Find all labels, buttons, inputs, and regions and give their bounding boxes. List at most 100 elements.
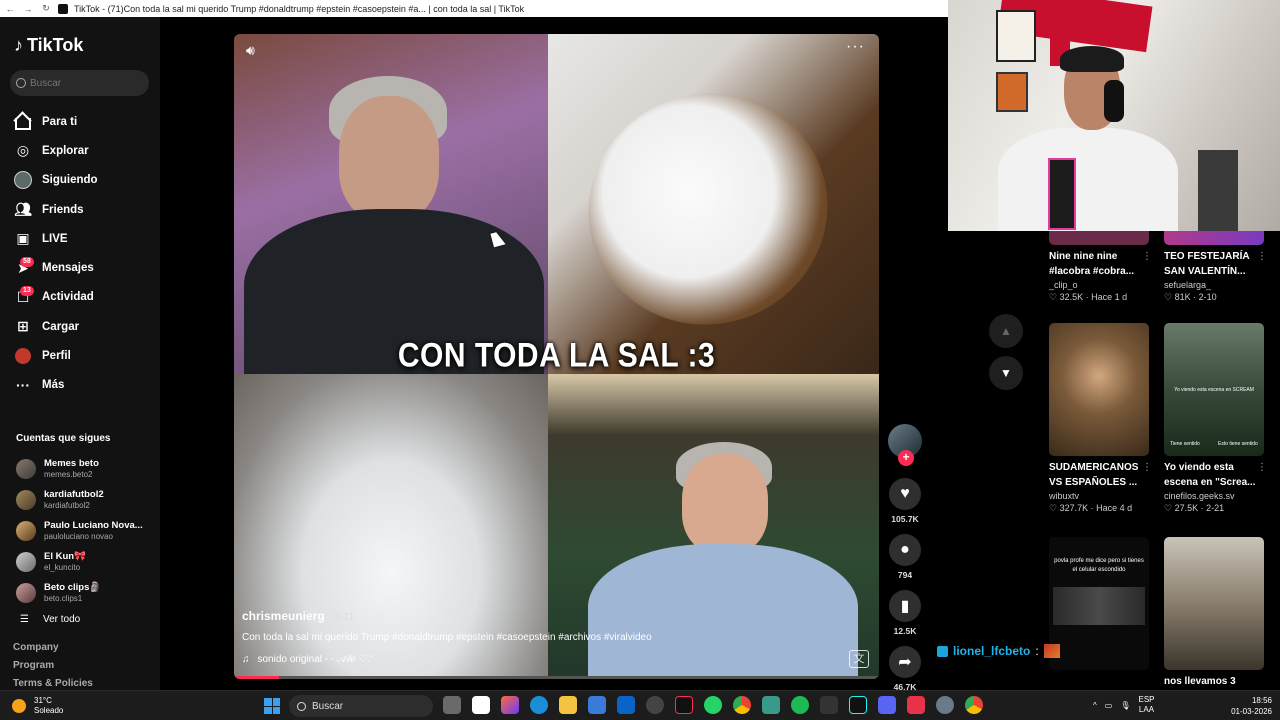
following-item[interactable]: Memes beto memes.beto2 [16, 453, 156, 484]
tiktok-logo[interactable]: ♪ TikTok [14, 35, 83, 56]
nav-para-ti[interactable]: Para ti [14, 107, 154, 136]
nav-cargar[interactable]: ⊞ Cargar [14, 312, 154, 341]
bookmark-icon[interactable]: ▮ [889, 590, 921, 622]
recommended-card[interactable]: Yo viendo esta escena en SCREAM Tiene se… [1164, 323, 1267, 514]
nav-friends[interactable]: 👥︎ Friends [14, 195, 154, 224]
next-video-button[interactable]: ▼ [989, 356, 1023, 390]
volume-icon[interactable]: 🔊︎ [246, 42, 255, 59]
sound-label: sonido original - - 𝒜𝓁ℯ ♡.' [257, 654, 373, 665]
nav-explorar[interactable]: ◎ Explorar [14, 136, 154, 165]
share-action[interactable]: ➦ 46.7K [887, 646, 923, 692]
task-view-icon[interactable] [443, 696, 461, 714]
reload-icon[interactable]: ↻ [40, 3, 52, 15]
app-icon[interactable] [762, 696, 780, 714]
copilot-icon[interactable] [501, 696, 519, 714]
tray-app-icon[interactable]: ▭ [1105, 701, 1113, 710]
weather-widget[interactable]: 31°C Soleado [12, 696, 63, 716]
back-icon[interactable]: ← [4, 3, 16, 15]
following-item[interactable]: El Kun🎀 el_kuncito [16, 546, 156, 577]
chrome-profile-icon[interactable] [965, 696, 983, 714]
heart-icon[interactable]: ♥ [889, 478, 921, 510]
edge-icon[interactable] [530, 696, 548, 714]
video-thumbnail[interactable] [1049, 323, 1149, 456]
share-icon[interactable]: ➦ [889, 646, 921, 678]
see-all-label: Ver todo [42, 614, 81, 625]
nav-label: Mensajes [42, 262, 94, 275]
app-icon[interactable] [907, 696, 925, 714]
video-thumbnail[interactable] [1164, 231, 1264, 245]
card-title: Yo viendo esta ⋮ escena en "Screa... [1164, 460, 1267, 490]
more-icon[interactable]: ⋮ [1257, 460, 1267, 475]
card-user[interactable]: cinefilos.geeks.sv [1164, 491, 1267, 501]
nav-perfil[interactable]: Perfil [14, 341, 154, 370]
save-action[interactable]: ▮ 12.5K [887, 590, 923, 636]
nav-actividad[interactable]: ☐ 13 Actividad [14, 283, 154, 312]
more-icon[interactable]: ⋮ [1142, 249, 1152, 264]
video-thumbnail[interactable] [1049, 231, 1149, 245]
nav-siguiendo[interactable]: Siguiendo [14, 166, 154, 195]
card-user[interactable]: wibuxtv [1049, 491, 1152, 501]
forward-icon[interactable]: → [22, 3, 34, 15]
card-user[interactable]: _clip_o [1049, 280, 1152, 290]
more-icon[interactable]: ⋮ [1257, 249, 1267, 264]
comment-action[interactable]: ● 794 [887, 534, 923, 580]
discord-icon[interactable] [878, 696, 896, 714]
footer-company[interactable]: Company [13, 639, 93, 657]
follow-plus-icon[interactable]: + [898, 450, 914, 466]
recommended-card[interactable]: nos llevamos 3 [1164, 537, 1267, 689]
capcut-icon[interactable] [820, 696, 838, 714]
search-bar[interactable] [10, 70, 149, 96]
app-icon[interactable] [472, 696, 490, 714]
outlook-icon[interactable] [617, 696, 635, 714]
video-sound[interactable]: ♫ sonido original - - 𝒜𝓁ℯ ♡.' [242, 654, 372, 665]
following-item[interactable]: kardiafutbol2 kardiafutbol2 [16, 484, 156, 515]
more-icon[interactable]: ⋮ [1142, 460, 1152, 475]
following-item[interactable]: Beto clips🗿 beto.clips1 [16, 577, 156, 608]
comment-icon[interactable]: ● [889, 534, 921, 566]
card-user[interactable]: sefuelarga_ [1164, 280, 1267, 290]
previous-video-button[interactable]: ▲ [989, 314, 1023, 348]
messages-badge: 58 [20, 257, 34, 268]
video-author[interactable]: chrismeunierg · 2-21 [242, 609, 354, 623]
chat-badge-icon [937, 645, 948, 657]
settings-icon[interactable] [936, 696, 954, 714]
app-icon[interactable] [646, 696, 664, 714]
whatsapp-icon[interactable] [704, 696, 722, 714]
following-name: Memes beto [44, 457, 99, 469]
following-item[interactable]: Paulo Luciano Nova... pauloluciano novao [16, 515, 156, 546]
language-indicator[interactable]: ESP LAA [1138, 695, 1154, 715]
chevron-up-icon[interactable]: ^ [1093, 701, 1097, 710]
more-options-icon[interactable]: ··· [846, 38, 865, 56]
see-all-button[interactable]: ☰ Ver todo [20, 614, 80, 625]
taskbar-clock[interactable]: 18:56 01-03-2026 [1222, 695, 1272, 717]
tiktok-icon[interactable] [675, 696, 693, 714]
store-icon[interactable] [588, 696, 606, 714]
recommended-card[interactable]: povla profe me dice pero si tienes el ce… [1049, 537, 1152, 670]
recommended-card[interactable]: Nine nine nine ⋮ #lacobra #cobra... _clip_… [1049, 231, 1152, 303]
footer-program[interactable]: Program [13, 657, 93, 675]
like-action[interactable]: ♥ 105.7K [887, 478, 923, 524]
windows-start-icon[interactable] [264, 698, 280, 714]
messages-icon: ➤ 58 [14, 257, 34, 277]
video-thumbnail[interactable]: povla profe me dice pero si tienes el ce… [1049, 537, 1149, 670]
nav-mas[interactable]: ··· Más [14, 371, 154, 400]
nav-live[interactable]: ▣ LIVE [14, 224, 154, 253]
file-explorer-icon[interactable] [559, 696, 577, 714]
video-progress-bar[interactable] [234, 676, 879, 679]
video-thumbnail[interactable] [1164, 537, 1264, 670]
video-player[interactable]: CON TODA LA SAL :3 🔊︎ ··· chrismeunierg … [234, 34, 879, 679]
microphone-icon[interactable]: 🎙︎ [1120, 701, 1130, 710]
captions-icon[interactable]: 文 [849, 650, 869, 668]
tiktok-studio-icon[interactable] [849, 696, 867, 714]
video-thumbnail[interactable]: Yo viendo esta escena en SCREAM Tiene se… [1164, 323, 1264, 456]
avatar [16, 582, 36, 603]
search-input[interactable] [30, 77, 135, 89]
spotify-icon[interactable] [791, 696, 809, 714]
recommended-card[interactable]: SUDAMERICANOS ⋮ VS ESPAÑOLES ... wibuxtv ♡… [1049, 323, 1152, 514]
recommended-card[interactable]: TEO FESTEJARÍA ⋮ SAN VALENTÍN... sefuelarg… [1164, 231, 1267, 303]
creator-avatar[interactable]: + [888, 424, 922, 466]
chrome-icon[interactable] [733, 696, 751, 714]
nav-mensajes[interactable]: ➤ 58 Mensajes [14, 253, 154, 282]
taskbar-search[interactable]: Buscar [289, 695, 433, 717]
thumbnail-caption: Tiene sentido [1170, 441, 1200, 447]
